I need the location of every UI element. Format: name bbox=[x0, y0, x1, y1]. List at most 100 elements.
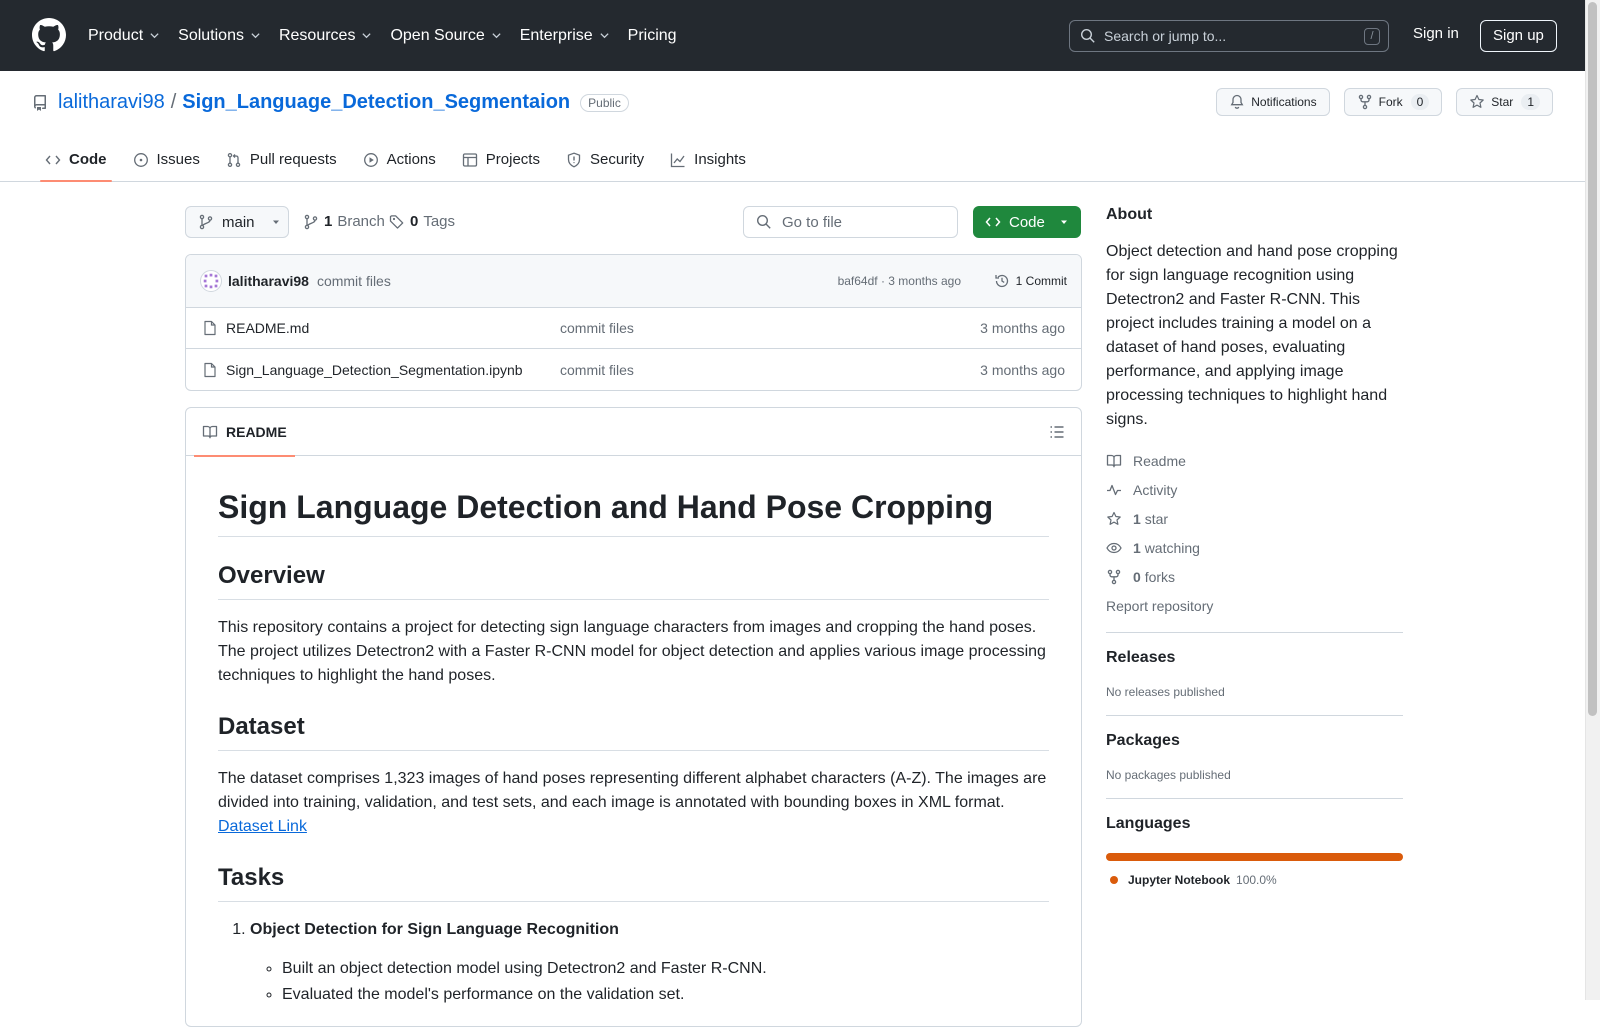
nav-product-label: Product bbox=[88, 26, 144, 44]
notifications-button[interactable]: Notifications bbox=[1216, 88, 1330, 116]
caret-down-icon bbox=[1060, 220, 1067, 224]
tags-link[interactable]: 0 Tags bbox=[389, 213, 455, 230]
nav-open-source[interactable]: Open Source bbox=[390, 27, 501, 45]
nav-enterprise-label: Enterprise bbox=[519, 26, 593, 44]
eye-icon bbox=[1106, 542, 1122, 553]
nav-resources[interactable]: Resources bbox=[279, 27, 372, 45]
commit-history-link[interactable]: 1 Commit bbox=[994, 273, 1067, 289]
tab-code-label: Code bbox=[69, 151, 107, 168]
branch-selector[interactable]: main bbox=[185, 206, 289, 238]
page-scrollbar-thumb[interactable] bbox=[1588, 2, 1597, 716]
watching-count: 1 bbox=[1133, 539, 1141, 556]
releases-heading[interactable]: Releases bbox=[1106, 649, 1403, 667]
tasks-list: Object Detection for Sign Language Recog… bbox=[218, 918, 1049, 1008]
code-dropdown-button[interactable]: Code bbox=[973, 206, 1081, 238]
language-item[interactable]: Jupyter Notebook 100.0% bbox=[1106, 873, 1403, 887]
go-to-file-placeholder: Go to file bbox=[782, 213, 843, 231]
dataset-heading: Dataset bbox=[218, 712, 1049, 752]
caret-down-icon bbox=[272, 220, 279, 224]
file-name-link[interactable]: Sign_Language_Detection_Segmentation.ipy… bbox=[226, 362, 523, 378]
activity-link-label: Activity bbox=[1133, 481, 1178, 498]
dataset-link[interactable]: Dataset Link bbox=[218, 818, 307, 835]
tab-security[interactable]: Security bbox=[553, 137, 657, 182]
file-commit-time: 3 months ago bbox=[980, 361, 1065, 378]
code-icon bbox=[985, 217, 1001, 227]
book-icon bbox=[1106, 454, 1122, 467]
overview-heading: Overview bbox=[218, 561, 1049, 601]
github-logo-icon[interactable] bbox=[32, 18, 66, 52]
readme-tab-label: README bbox=[226, 424, 287, 440]
tag-count: 0 bbox=[410, 213, 419, 230]
search-icon bbox=[756, 214, 771, 229]
history-icon bbox=[995, 274, 1008, 288]
play-circle-icon bbox=[363, 152, 378, 167]
fork-count: 0 bbox=[1410, 94, 1430, 110]
readme-tab[interactable]: README bbox=[194, 408, 295, 457]
nav-product[interactable]: Product bbox=[88, 27, 160, 45]
sign-up-button[interactable]: Sign up bbox=[1480, 20, 1557, 52]
languages-heading: Languages bbox=[1106, 815, 1191, 832]
chevron-down-icon bbox=[362, 33, 372, 39]
watchers-link[interactable]: 1 watching bbox=[1106, 533, 1403, 562]
shield-icon bbox=[567, 152, 581, 168]
commit-author-link[interactable]: lalitharavi98 bbox=[228, 273, 309, 289]
tab-insights[interactable]: Insights bbox=[657, 137, 759, 182]
avatar[interactable] bbox=[200, 270, 222, 292]
tab-security-label: Security bbox=[589, 151, 645, 168]
branch-icon bbox=[304, 214, 318, 229]
task-title: Object Detection for Sign Language Recog… bbox=[250, 921, 619, 939]
fork-label: Fork bbox=[1378, 95, 1403, 109]
file-toolbar: main 1 Branch 0 Tags Go to file Code bbox=[185, 206, 1082, 238]
file-commit-message[interactable]: commit files bbox=[560, 362, 634, 378]
language-name: Jupyter Notebook bbox=[1128, 873, 1231, 887]
chevron-down-icon bbox=[600, 33, 609, 39]
readme-link[interactable]: Readme bbox=[1106, 446, 1403, 475]
about-links: Readme Activity 1 star 1 watching 0 fork… bbox=[1106, 446, 1403, 620]
fork-button[interactable]: Fork 0 bbox=[1343, 88, 1443, 116]
branch-count-label: Branch bbox=[337, 213, 385, 230]
packages-heading[interactable]: Packages bbox=[1106, 732, 1403, 750]
readme-header: README bbox=[186, 408, 1081, 457]
commit-hash-time[interactable]: baf64df · 3 months ago bbox=[838, 274, 961, 288]
tab-actions[interactable]: Actions bbox=[350, 137, 449, 182]
list-item: Evaluated the model's performance on the… bbox=[282, 982, 1049, 1008]
stars-link[interactable]: 1 star bbox=[1106, 504, 1403, 533]
forks-count: 0 bbox=[1133, 568, 1141, 585]
repo-owner-link[interactable]: lalitharavi98 bbox=[58, 91, 165, 114]
star-button[interactable]: Star 1 bbox=[1456, 88, 1553, 116]
repo-sidebar: About Object detection and hand pose cro… bbox=[1106, 206, 1403, 887]
file-commit-message[interactable]: commit files bbox=[560, 320, 634, 336]
global-search-input[interactable]: Search or jump to... / bbox=[1069, 20, 1389, 52]
activity-link[interactable]: Activity bbox=[1106, 475, 1403, 504]
nav-solutions-label: Solutions bbox=[178, 26, 244, 44]
nav-solutions[interactable]: Solutions bbox=[178, 27, 261, 45]
latest-commit-row: lalitharavi98 commit files baf64df · 3 m… bbox=[186, 255, 1081, 308]
tab-pull-requests[interactable]: Pull requests bbox=[213, 137, 350, 182]
outline-list-icon[interactable] bbox=[1049, 424, 1065, 440]
go-to-file-input[interactable]: Go to file bbox=[743, 206, 958, 238]
stars-count: 1 bbox=[1133, 510, 1141, 527]
stars-label: star bbox=[1144, 510, 1169, 527]
stars-text: 1 star bbox=[1133, 511, 1168, 527]
code-button-label: Code bbox=[1009, 213, 1045, 231]
tab-projects[interactable]: Projects bbox=[449, 137, 553, 182]
star-count: 1 bbox=[1521, 94, 1540, 110]
commit-count-label: 1 Commit bbox=[1015, 274, 1067, 288]
branches-link[interactable]: 1 Branch bbox=[303, 213, 385, 230]
forks-link[interactable]: 0 forks bbox=[1106, 562, 1403, 591]
report-repository-link[interactable]: Report repository bbox=[1106, 591, 1403, 620]
commit-message-link[interactable]: commit files bbox=[317, 273, 391, 289]
file-name-link[interactable]: README.md bbox=[226, 320, 309, 336]
file-icon bbox=[204, 362, 216, 377]
nav-pricing[interactable]: Pricing bbox=[628, 27, 677, 45]
packages-empty-text: No packages published bbox=[1106, 768, 1231, 782]
tab-issues[interactable]: Issues bbox=[120, 137, 213, 182]
pull-request-icon bbox=[227, 152, 241, 167]
nav-enterprise[interactable]: Enterprise bbox=[520, 27, 610, 45]
visibility-badge: Public bbox=[580, 93, 629, 112]
repo-name-link[interactable]: Sign_Language_Detection_Segmentaion bbox=[182, 91, 570, 114]
tab-code[interactable]: Code bbox=[32, 137, 120, 182]
nav-open-source-label: Open Source bbox=[390, 26, 485, 44]
readme-title: Sign Language Detection and Hand Pose Cr… bbox=[218, 488, 1049, 538]
sign-in-link[interactable]: Sign in bbox=[1413, 25, 1459, 42]
